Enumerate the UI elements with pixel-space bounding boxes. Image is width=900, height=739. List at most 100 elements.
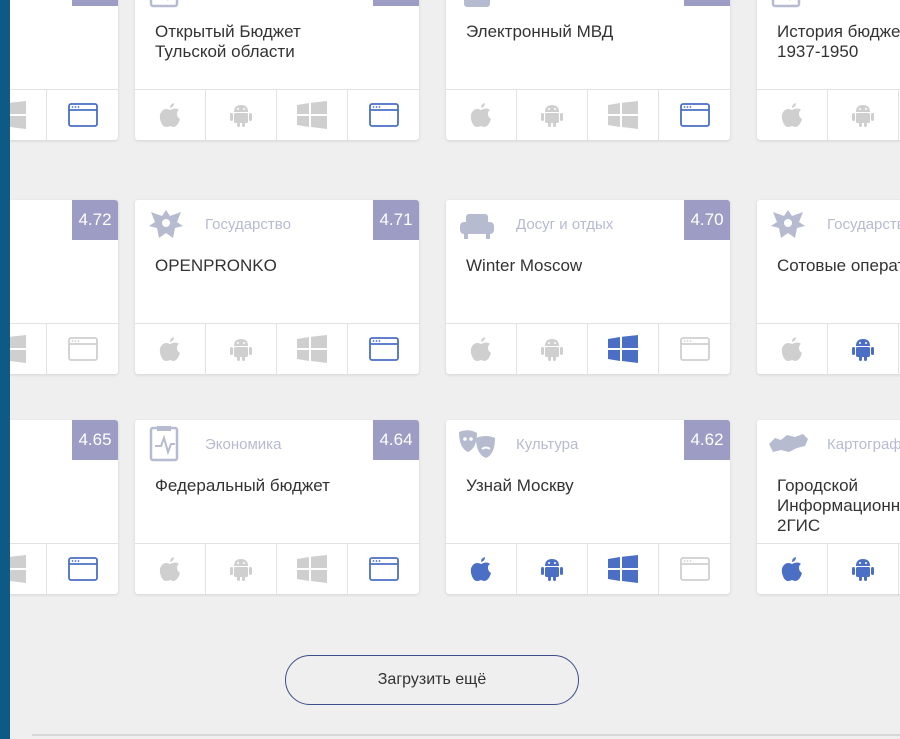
- economy-icon: [145, 0, 187, 8]
- platform-ios[interactable]: [757, 324, 828, 374]
- economy-icon: [145, 426, 187, 462]
- leisure-icon: [456, 206, 498, 242]
- platform-ios[interactable]: [446, 544, 517, 594]
- platform-ios[interactable]: [446, 90, 517, 140]
- platform-windows[interactable]: [10, 90, 47, 140]
- platform-android[interactable]: [206, 544, 277, 594]
- rating-badge: 4.71: [373, 200, 419, 240]
- apple-icon: [781, 336, 803, 362]
- app-card[interactable]: Государство Сотовые операторы: [757, 200, 900, 374]
- android-icon: [540, 336, 564, 362]
- platform-web[interactable]: [659, 324, 730, 374]
- platform-web[interactable]: [348, 324, 419, 374]
- windows-icon: [607, 101, 639, 129]
- government-icon: [145, 206, 187, 242]
- app-title[interactable]: Winter Moscow: [466, 256, 722, 276]
- android-icon: [229, 556, 253, 582]
- government-icon: [767, 206, 809, 242]
- android-icon: [229, 102, 253, 128]
- app-card[interactable]: 4.72 период!: [10, 200, 118, 374]
- platform-bar: [446, 89, 730, 140]
- app-title[interactable]: Открытый Бюджет Тульской области: [155, 22, 411, 62]
- app-title[interactable]: OPENPRONKO: [155, 256, 411, 276]
- platform-android[interactable]: [828, 90, 899, 140]
- platform-android[interactable]: [517, 544, 588, 594]
- platform-ios[interactable]: [757, 544, 828, 594]
- windows-icon: [296, 101, 328, 129]
- platform-web[interactable]: [659, 90, 730, 140]
- browser-window-icon: [679, 103, 710, 127]
- platform-android[interactable]: [517, 90, 588, 140]
- platform-ios[interactable]: [446, 324, 517, 374]
- platform-windows[interactable]: [10, 324, 47, 374]
- platform-bar: [135, 543, 419, 594]
- browser-window-icon: [368, 557, 399, 581]
- platform-android[interactable]: [206, 90, 277, 140]
- apple-icon: [470, 556, 492, 582]
- app-card[interactable]: Досуг и отдых 4.70 Winter Moscow: [446, 200, 730, 374]
- platform-web[interactable]: [348, 90, 419, 140]
- platform-android[interactable]: [206, 324, 277, 374]
- app-title[interactable]: Узнай Москву: [466, 476, 722, 496]
- browser-window-icon: [679, 557, 710, 581]
- platform-windows[interactable]: [588, 544, 659, 594]
- rating-badge: 4.71: [72, 0, 118, 6]
- platform-ios[interactable]: [135, 90, 206, 140]
- platform-bar: [446, 323, 730, 374]
- platform-ios[interactable]: [757, 90, 828, 140]
- android-icon: [851, 102, 875, 128]
- windows-icon: [296, 335, 328, 363]
- rating-badge: 4.65: [72, 420, 118, 460]
- platform-windows[interactable]: [277, 90, 348, 140]
- rating-badge: 4.62: [684, 420, 730, 460]
- app-card[interactable]: Экономика4.80Открытый Бюджет Тульской об…: [135, 0, 419, 140]
- browser-window-icon: [368, 337, 399, 361]
- app-card[interactable]: ЭкономикаИстория бюджета 1937-1950: [757, 0, 900, 140]
- platform-android[interactable]: [517, 324, 588, 374]
- app-card[interactable]: Картография Городской Информационный 2ГИС: [757, 420, 900, 594]
- platform-android[interactable]: [828, 544, 899, 594]
- economy-icon: [767, 0, 809, 8]
- platform-bar: [757, 89, 900, 140]
- platform-windows[interactable]: [588, 324, 659, 374]
- platform-windows[interactable]: [277, 324, 348, 374]
- platform-windows[interactable]: [277, 544, 348, 594]
- platform-bar: [757, 543, 900, 594]
- apple-icon: [159, 556, 181, 582]
- app-card[interactable]: 4.65: [10, 420, 118, 594]
- app-card[interactable]: 4.71: [10, 0, 118, 140]
- platform-windows[interactable]: [10, 544, 47, 594]
- browser-window-icon: [368, 103, 399, 127]
- windows-icon: [10, 101, 27, 129]
- platform-ios[interactable]: [135, 544, 206, 594]
- app-title[interactable]: Городской Информационный 2ГИС: [777, 476, 900, 536]
- platform-bar: [135, 323, 419, 374]
- apple-icon: [781, 556, 803, 582]
- windows-icon: [607, 555, 639, 583]
- apple-icon: [470, 102, 492, 128]
- app-category: Государство: [827, 216, 900, 233]
- app-title[interactable]: период!: [10, 256, 110, 276]
- app-card[interactable]: Государство 4.71 OPENPRONKO: [135, 200, 419, 374]
- app-card[interactable]: Культура 4.62 Узнай Москву: [446, 420, 730, 594]
- footer-divider: [32, 734, 900, 736]
- app-card[interactable]: Безопасность4.80Электронный МВД: [446, 0, 730, 140]
- platform-ios[interactable]: [135, 324, 206, 374]
- rating-badge: 4.72: [72, 200, 118, 240]
- platform-android[interactable]: [828, 324, 899, 374]
- platform-web[interactable]: [47, 544, 118, 594]
- load-more-button[interactable]: Загрузить ещё: [285, 655, 579, 705]
- app-title[interactable]: Сотовые операторы: [777, 256, 900, 276]
- platform-web[interactable]: [47, 90, 118, 140]
- platform-web[interactable]: [47, 324, 118, 374]
- app-title[interactable]: Федеральный бюджет: [155, 476, 411, 496]
- app-title[interactable]: История бюджета 1937-1950: [777, 22, 900, 62]
- platform-windows[interactable]: [588, 90, 659, 140]
- app-title[interactable]: Электронный МВД: [466, 22, 722, 42]
- android-icon: [229, 336, 253, 362]
- app-card[interactable]: Экономика 4.64 Федеральный бюджет: [135, 420, 419, 594]
- platform-web[interactable]: [659, 544, 730, 594]
- catalog-panel: 4.71 Экономика4.80Открытый Бюджет Тульско…: [10, 0, 900, 739]
- platform-web[interactable]: [348, 544, 419, 594]
- platform-bar: [135, 89, 419, 140]
